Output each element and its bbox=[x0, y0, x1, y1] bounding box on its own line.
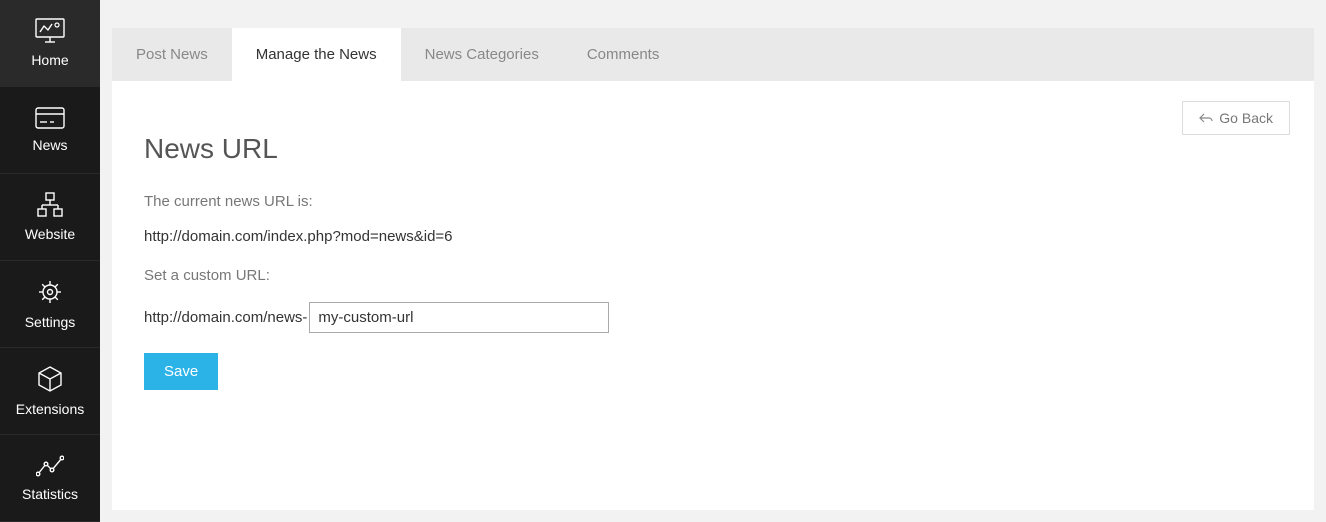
card-icon bbox=[35, 107, 65, 129]
custom-url-label: Set a custom URL: bbox=[144, 267, 1282, 284]
sidebar-item-label: Website bbox=[25, 226, 75, 242]
go-back-label: Go Back bbox=[1219, 110, 1273, 126]
tabs: Post News Manage the News News Categorie… bbox=[112, 28, 1314, 81]
custom-url-input[interactable] bbox=[309, 302, 609, 333]
sidebar: Home News bbox=[0, 0, 100, 522]
save-button[interactable]: Save bbox=[144, 353, 218, 390]
current-url-label: The current news URL is: bbox=[144, 193, 1282, 210]
line-chart-icon bbox=[36, 454, 64, 478]
cube-icon bbox=[36, 365, 64, 393]
sidebar-item-extensions[interactable]: Extensions bbox=[0, 348, 100, 435]
sidebar-item-label: Home bbox=[31, 52, 68, 68]
sidebar-item-label: News bbox=[32, 137, 67, 153]
custom-url-prefix: http://domain.com/news- bbox=[144, 309, 307, 326]
current-url-value: http://domain.com/index.php?mod=news&id=… bbox=[144, 228, 1282, 245]
monitor-chart-icon bbox=[35, 18, 65, 44]
tab-news-categories[interactable]: News Categories bbox=[401, 28, 563, 81]
sidebar-item-website[interactable]: Website bbox=[0, 174, 100, 261]
sidebar-item-settings[interactable]: Settings bbox=[0, 261, 100, 348]
sidebar-item-statistics[interactable]: Statistics bbox=[0, 435, 100, 522]
sidebar-item-label: Settings bbox=[25, 314, 76, 330]
tab-comments[interactable]: Comments bbox=[563, 28, 684, 81]
tab-post-news[interactable]: Post News bbox=[112, 28, 232, 81]
back-arrow-icon bbox=[1199, 112, 1213, 124]
page-title: News URL bbox=[144, 133, 1282, 165]
sidebar-item-label: Extensions bbox=[16, 401, 84, 417]
go-back-button[interactable]: Go Back bbox=[1182, 101, 1290, 135]
sitemap-icon bbox=[36, 192, 64, 218]
sidebar-item-label: Statistics bbox=[22, 486, 78, 502]
main: Post News Manage the News News Categorie… bbox=[100, 0, 1326, 522]
sidebar-item-home[interactable]: Home bbox=[0, 0, 100, 87]
content: Go Back News URL The current news URL is… bbox=[112, 81, 1314, 510]
sidebar-item-news[interactable]: News bbox=[0, 87, 100, 174]
gear-icon bbox=[36, 278, 64, 306]
tab-manage-news[interactable]: Manage the News bbox=[232, 28, 401, 81]
custom-url-row: http://domain.com/news- bbox=[144, 302, 1282, 333]
